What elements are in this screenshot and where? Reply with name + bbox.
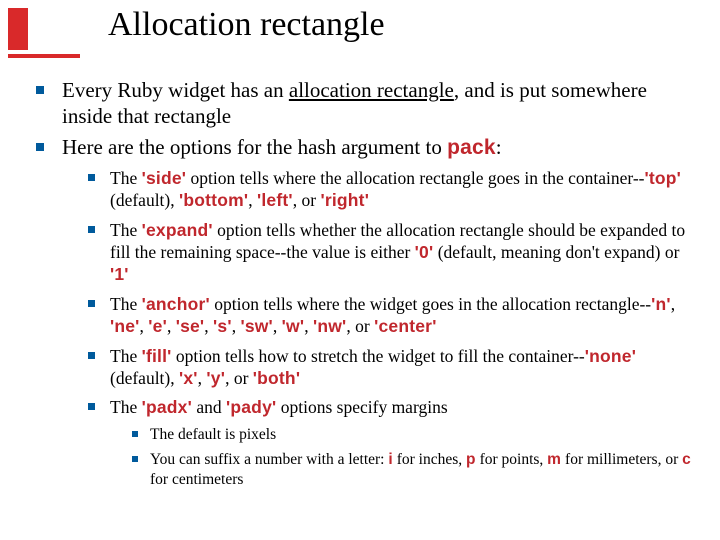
code-c: c	[682, 451, 691, 468]
code-m: m	[547, 451, 561, 468]
text: ,	[140, 316, 149, 336]
text: The	[110, 168, 142, 188]
text: ,	[167, 316, 176, 336]
code-top: 'top'	[645, 168, 682, 188]
code-bottom: 'bottom'	[179, 190, 248, 210]
text: You can suffix a number with a letter:	[150, 451, 388, 468]
code-s: 's'	[213, 316, 232, 336]
bullet-list-level3: The default is pixels You can suffix a n…	[110, 425, 696, 490]
code-sw: 'sw'	[240, 316, 272, 336]
bullet-allocation-rectangle: Every Ruby widget has an allocation rect…	[36, 78, 696, 129]
bullet-default-pixels: The default is pixels	[132, 425, 696, 445]
text: The	[110, 294, 142, 314]
slide-title: Allocation rectangle	[108, 6, 385, 44]
code-anchor: 'anchor'	[142, 294, 210, 314]
code-center: 'center'	[374, 316, 436, 336]
bullet-unit-suffix: You can suffix a number with a letter: i…	[132, 450, 696, 490]
code-right: 'right'	[320, 190, 369, 210]
bullet-list-level2: The 'side' option tells where the alloca…	[62, 167, 696, 490]
text: ,	[204, 316, 213, 336]
text: option tells where the widget goes in th…	[210, 294, 651, 314]
code-pack: pack	[447, 136, 496, 159]
bullet-expand-option: The 'expand' option tells whether the al…	[88, 219, 696, 286]
code-side: 'side'	[142, 168, 187, 188]
bullet-fill-option: The 'fill' option tells how to stretch t…	[88, 345, 696, 390]
text: ,	[273, 316, 282, 336]
code-fill: 'fill'	[142, 346, 172, 366]
text: The	[110, 220, 142, 240]
underlined-term: allocation rectangle	[289, 78, 454, 102]
bullet-options-intro: Here are the options for the hash argume…	[36, 135, 696, 490]
code-padx: 'padx'	[142, 397, 192, 417]
text: Here are the options for the hash argume…	[62, 135, 447, 159]
code-expand: 'expand'	[142, 220, 213, 240]
code-both: 'both'	[253, 368, 300, 388]
code-left: 'left'	[257, 190, 293, 210]
code-w: 'w'	[282, 316, 305, 336]
slide-body: Every Ruby widget has an allocation rect…	[36, 78, 696, 497]
text: ,	[671, 294, 675, 314]
text: (default),	[110, 190, 179, 210]
bullet-list-level1: Every Ruby widget has an allocation rect…	[36, 78, 696, 490]
text: , or	[225, 368, 253, 388]
text: , or	[293, 190, 321, 210]
accent-bar	[8, 8, 28, 50]
code-ne: 'ne'	[110, 316, 140, 336]
slide: Allocation rectangle Every Ruby widget h…	[0, 0, 720, 540]
bullet-anchor-option: The 'anchor' option tells where the widg…	[88, 293, 696, 338]
bullet-pad-option: The 'padx' and 'pady' options specify ma…	[88, 396, 696, 490]
accent-underline	[8, 54, 80, 58]
text: options specify margins	[276, 397, 447, 417]
text: ,	[248, 190, 257, 210]
text: The default is pixels	[150, 426, 276, 443]
text: (default, meaning don't expand) or	[433, 242, 679, 262]
code-p: p	[466, 451, 476, 468]
text: for inches,	[393, 451, 466, 468]
code-nw: 'nw'	[313, 316, 346, 336]
text: for points,	[476, 451, 547, 468]
text: The	[110, 397, 142, 417]
text: option tells how to stretch the widget t…	[172, 346, 585, 366]
code-x: 'x'	[179, 368, 198, 388]
code-one: '1'	[110, 264, 129, 284]
code-se: 'se'	[176, 316, 205, 336]
code-pady: 'pady'	[226, 397, 276, 417]
code-n: 'n'	[651, 294, 671, 314]
text: The	[110, 346, 142, 366]
code-zero: '0'	[415, 242, 434, 262]
code-none: 'none'	[585, 346, 636, 366]
text: Every Ruby widget has an	[62, 78, 289, 102]
code-y: 'y'	[206, 368, 225, 388]
text: and	[192, 397, 226, 417]
code-e: 'e'	[148, 316, 167, 336]
text: , or	[346, 316, 374, 336]
text: for centimeters	[150, 471, 243, 488]
text: option tells where the allocation rectan…	[186, 168, 644, 188]
text: (default),	[110, 368, 179, 388]
text: ,	[304, 316, 313, 336]
bullet-side-option: The 'side' option tells where the alloca…	[88, 167, 696, 212]
text: for millimeters, or	[561, 451, 682, 468]
text: :	[496, 135, 502, 159]
